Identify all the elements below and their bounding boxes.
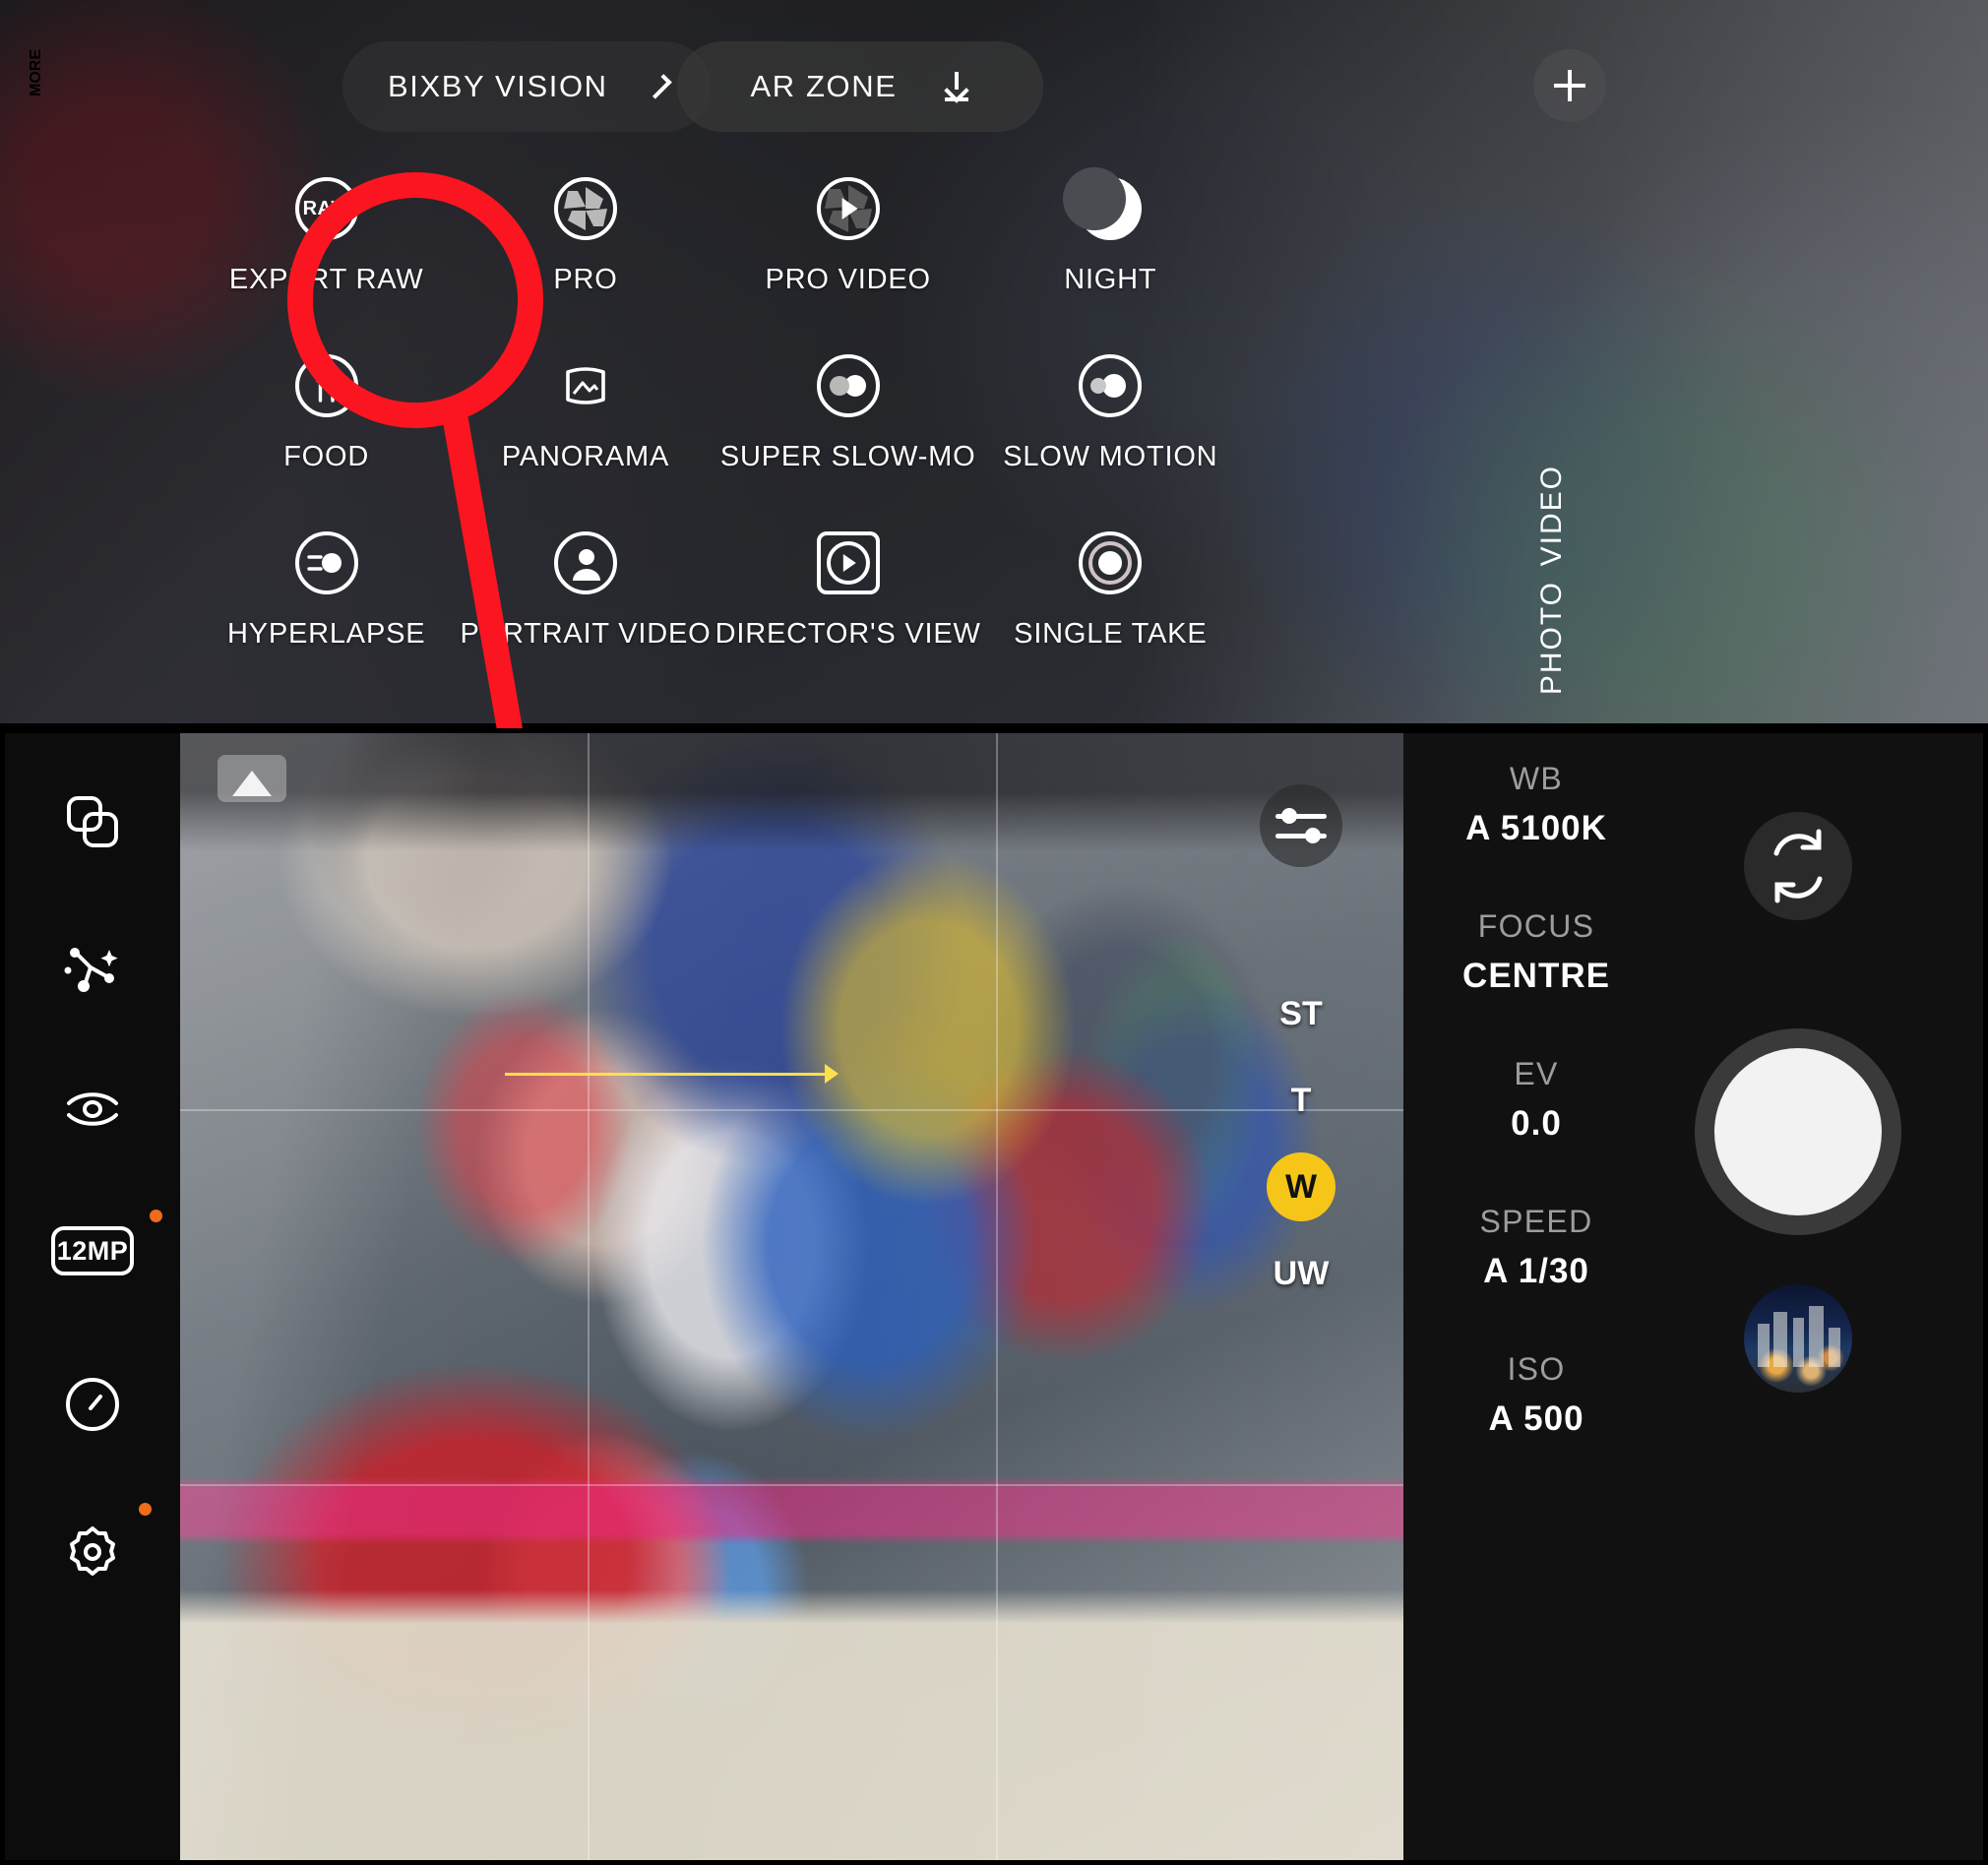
- control-ev[interactable]: EV 0.0: [1403, 1056, 1669, 1144]
- ar-zone-label: AR ZONE: [750, 69, 898, 103]
- lens-option-st[interactable]: ST: [1260, 979, 1342, 1048]
- tab-video[interactable]: VIDEO: [1535, 465, 1569, 566]
- single-take-icon: [1079, 531, 1143, 594]
- camera-flip-icon[interactable]: [1744, 812, 1852, 920]
- mode-pro[interactable]: PRO: [456, 167, 714, 344]
- mode-grid: RAW EXPERT RAW PRO PRO VIDEO NIGHT FOOD …: [197, 167, 1240, 699]
- camera-mode-chooser-panel: BIXBY VISION AR ZONE RAW EXPERT RAW PRO …: [0, 0, 1988, 723]
- mode-label: PRO VIDEO: [765, 264, 931, 295]
- shutter-inner: [1714, 1048, 1882, 1215]
- mode-portrait-video[interactable]: PORTRAIT VIDEO: [456, 522, 714, 699]
- eye-detect-icon[interactable]: [61, 1078, 124, 1141]
- shutter-button[interactable]: [1695, 1028, 1901, 1235]
- expert-raw-camera-panel: 12MP ST T W UW WB A 5100K FOCUS CENTRE E…: [0, 728, 1988, 1865]
- tab-more-label: MORE: [28, 49, 44, 96]
- moon-icon: [1063, 167, 1143, 240]
- screenshot-root: BIXBY VISION AR ZONE RAW EXPERT RAW PRO …: [0, 0, 1988, 1865]
- grid-line-vertical: [588, 733, 590, 1860]
- mode-slow-motion[interactable]: SLOW MOTION: [981, 344, 1240, 522]
- gallery-thumbnail[interactable]: [1744, 1284, 1852, 1393]
- mode-panorama[interactable]: PANORAMA: [456, 344, 714, 522]
- mode-label: SINGLE TAKE: [1014, 618, 1208, 650]
- mode-label: PRO: [553, 264, 618, 295]
- mode-night[interactable]: NIGHT: [981, 167, 1240, 344]
- mode-pro-video[interactable]: PRO VIDEO: [715, 167, 981, 344]
- control-speed[interactable]: SPEED A 1/30: [1403, 1204, 1669, 1291]
- tab-photo: PHOTO: [1535, 581, 1568, 696]
- multi-frame-icon[interactable]: [61, 790, 124, 853]
- viewfinder[interactable]: ST T W UW: [180, 733, 1403, 1860]
- focus-line-marker: [505, 1064, 839, 1084]
- grid-line-vertical: [995, 733, 998, 1860]
- preview-glass-reflection: [180, 733, 1403, 1860]
- control-iso-value: A 500: [1488, 1399, 1584, 1438]
- hyperlapse-icon: [294, 531, 358, 594]
- resolution-badge[interactable]: 12MP: [50, 1210, 162, 1276]
- ai-enhance-icon[interactable]: [61, 938, 124, 1001]
- mode-expert-raw[interactable]: RAW EXPERT RAW: [197, 167, 456, 344]
- control-ev-key: EV: [1514, 1056, 1559, 1091]
- grid-line-horizontal: [180, 1484, 1403, 1487]
- control-iso[interactable]: ISO A 500: [1403, 1351, 1669, 1439]
- mode-label: EXPERT RAW: [228, 264, 424, 295]
- mode-label: NIGHT: [1064, 264, 1157, 295]
- mode-label: PORTRAIT VIDEO: [460, 618, 712, 650]
- mode-label: PANORAMA: [501, 441, 670, 472]
- mode-hyperlapse[interactable]: HYPERLAPSE: [197, 522, 456, 699]
- slow-motion-icon: [1079, 354, 1143, 417]
- control-wb-key: WB: [1509, 761, 1564, 796]
- timer-icon[interactable]: [61, 1373, 124, 1436]
- mode-directors-view[interactable]: DIRECTOR'S VIEW: [715, 522, 981, 699]
- plus-icon-vertical: [1568, 70, 1572, 101]
- mode-label: FOOD: [283, 441, 370, 472]
- resolution-badge-dot: [150, 1210, 162, 1222]
- ar-zone-chip[interactable]: AR ZONE: [677, 41, 1043, 132]
- mode-food[interactable]: FOOD: [197, 344, 456, 522]
- mode-label: SUPER SLOW-MO: [719, 441, 976, 472]
- super-slowmo-icon: [816, 354, 880, 417]
- mode-label: HYPERLAPSE: [226, 618, 426, 650]
- raw-icon: RAW: [294, 177, 358, 240]
- chevron-right-icon: [646, 74, 672, 99]
- download-icon: [943, 72, 970, 101]
- mode-super-slow-mo[interactable]: SUPER SLOW-MO: [715, 344, 981, 522]
- settings-badge-dot: [139, 1503, 152, 1516]
- control-wb[interactable]: WB A 5100K: [1403, 761, 1669, 848]
- control-iso-key: ISO: [1507, 1351, 1566, 1387]
- lens-selector: ST T W UW: [1260, 979, 1342, 1308]
- mode-single-take[interactable]: SINGLE TAKE: [981, 522, 1240, 699]
- directors-view-icon: [816, 531, 880, 594]
- camera-ui: 12MP ST T W UW WB A 5100K FOCUS CENTRE E…: [5, 733, 1983, 1860]
- resolution-label: 12MP: [56, 1235, 129, 1266]
- control-focus-key: FOCUS: [1477, 908, 1595, 944]
- gear-icon[interactable]: [61, 1503, 152, 1584]
- grid-line-horizontal: [180, 1108, 1403, 1111]
- mode-label: SLOW MOTION: [1003, 441, 1218, 472]
- left-toolbar: 12MP: [5, 733, 180, 1860]
- aperture-play-icon: [816, 177, 880, 240]
- control-speed-value: A 1/30: [1483, 1252, 1589, 1290]
- fork-spoon-icon: [294, 354, 358, 417]
- sliders-icon[interactable]: [1260, 784, 1342, 867]
- lens-option-w[interactable]: W: [1267, 1152, 1336, 1221]
- control-speed-key: SPEED: [1479, 1204, 1593, 1239]
- bixby-vision-chip[interactable]: BIXBY VISION: [342, 41, 711, 132]
- lens-option-t[interactable]: T: [1260, 1066, 1342, 1135]
- lens-option-uw[interactable]: UW: [1260, 1239, 1342, 1308]
- mode-label: DIRECTOR'S VIEW: [714, 618, 981, 650]
- control-ev-value: 0.0: [1511, 1104, 1562, 1143]
- panorama-icon: [554, 354, 617, 417]
- bixby-vision-label: BIXBY VISION: [388, 69, 608, 103]
- right-control-panel: WB A 5100K FOCUS CENTRE EV 0.0 SPEED A 1…: [1403, 733, 1983, 1860]
- control-wb-value: A 5100K: [1465, 809, 1607, 847]
- add-mode-button[interactable]: [1533, 49, 1606, 122]
- histogram-icon[interactable]: [217, 755, 286, 802]
- portrait-video-icon: [554, 531, 617, 594]
- control-focus-value: CENTRE: [1462, 957, 1610, 995]
- control-focus[interactable]: FOCUS CENTRE: [1403, 908, 1669, 996]
- aperture-icon: [554, 177, 617, 240]
